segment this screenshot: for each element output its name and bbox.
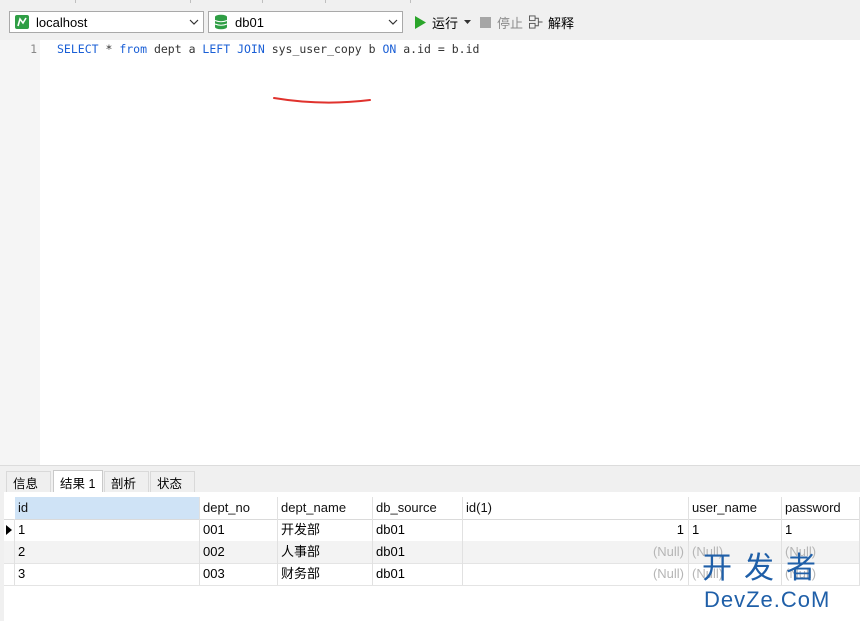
token-star: *: [98, 42, 120, 56]
stop-button[interactable]: 停止: [478, 13, 523, 31]
token-condition: a.id = b.id: [396, 42, 480, 56]
cell-dept-name[interactable]: 财务部: [278, 563, 373, 585]
explain-icon: [529, 15, 543, 29]
cell-user-name[interactable]: (Null): [689, 563, 782, 585]
line-number: 1: [30, 42, 37, 56]
run-button[interactable]: 运行: [413, 13, 472, 31]
stop-button-label: 停止: [497, 15, 524, 31]
cell-dept-no[interactable]: 001: [200, 519, 278, 541]
column-header-dept-no[interactable]: dept_no: [200, 497, 278, 519]
sql-query-line[interactable]: SELECT * from dept a LEFT JOIN sys_user_…: [57, 42, 479, 56]
cell-id[interactable]: 3: [15, 563, 200, 585]
cell-id-1[interactable]: (Null): [463, 563, 689, 585]
database-icon: [213, 14, 229, 30]
play-icon: [413, 15, 427, 29]
keyword-select: SELECT: [57, 42, 99, 56]
tab-info[interactable]: 信息: [6, 471, 51, 492]
cell-dept-no[interactable]: 003: [200, 563, 278, 585]
connection-select-value: localhost: [36, 14, 88, 30]
result-tabs: 信息 结果 1 剖析 状态: [0, 465, 860, 493]
column-header-dept-name[interactable]: dept_name: [278, 497, 373, 519]
column-header-user-name[interactable]: user_name: [689, 497, 782, 519]
sql-editor[interactable]: 1 SELECT * from dept a LEFT JOIN sys_use…: [0, 40, 860, 465]
cell-dept-name[interactable]: 开发部: [278, 519, 373, 541]
cell-password[interactable]: 1: [782, 519, 860, 541]
toolbar-top-separators: [0, 0, 860, 3]
keyword-join: JOIN: [237, 42, 265, 56]
connection-select[interactable]: localhost: [9, 11, 204, 33]
tab-result-1[interactable]: 结果 1: [53, 470, 103, 493]
red-underline-annotation: [273, 97, 371, 104]
run-dropdown-icon[interactable]: [464, 20, 472, 24]
stop-icon: [478, 15, 492, 29]
chevron-down-icon[interactable]: [185, 12, 203, 32]
result-grid[interactable]: id dept_no dept_name db_source id(1) use…: [4, 492, 860, 621]
run-button-label: 运行: [432, 15, 459, 31]
tab-profile[interactable]: 剖析: [104, 471, 149, 492]
column-header-id-1[interactable]: id(1): [463, 497, 689, 519]
cell-db-source[interactable]: db01: [373, 541, 463, 563]
tab-status[interactable]: 状态: [150, 471, 195, 492]
keyword-left: LEFT: [202, 42, 231, 56]
column-header-id[interactable]: id: [15, 497, 200, 519]
toolbar: localhost db01 运行 停止 解释: [0, 0, 860, 44]
cell-user-name[interactable]: 1: [689, 519, 782, 541]
line-number-gutter: 1: [0, 40, 40, 465]
token-table-sys-user-copy: sys_user_copy b: [264, 42, 383, 56]
cell-password[interactable]: (Null): [782, 563, 860, 585]
cell-id[interactable]: 2: [15, 541, 200, 563]
current-row-marker-icon: [4, 519, 15, 541]
table-row[interactable]: 3 003 财务部 db01 (Null) (Null) (Null): [4, 563, 860, 586]
grid-header-row: id dept_no dept_name db_source id(1) use…: [4, 497, 860, 520]
mysql-connection-icon: [14, 14, 30, 30]
cell-db-source[interactable]: db01: [373, 563, 463, 585]
cell-dept-no[interactable]: 002: [200, 541, 278, 563]
chevron-down-icon[interactable]: [384, 12, 402, 32]
table-row[interactable]: 2 002 人事部 db01 (Null) (Null) (Null): [4, 541, 860, 564]
row-marker: [4, 563, 15, 585]
cell-id-1[interactable]: 1: [463, 519, 689, 541]
keyword-on: ON: [382, 42, 397, 56]
cell-dept-name[interactable]: 人事部: [278, 541, 373, 563]
cell-id-1[interactable]: (Null): [463, 541, 689, 563]
explain-button-label: 解释: [548, 15, 575, 31]
cell-user-name[interactable]: (Null): [689, 541, 782, 563]
database-select-value: db01: [235, 14, 264, 30]
keyword-from: from: [119, 42, 148, 56]
database-select[interactable]: db01: [208, 11, 403, 33]
cell-db-source[interactable]: db01: [373, 519, 463, 541]
column-header-password[interactable]: password: [782, 497, 860, 519]
cell-id[interactable]: 1: [15, 519, 200, 541]
token-table-dept: dept a: [147, 42, 203, 56]
table-row[interactable]: 1 001 开发部 db01 1 1 1: [4, 519, 860, 542]
column-header-db-source[interactable]: db_source: [373, 497, 463, 519]
explain-button[interactable]: 解释: [529, 13, 574, 31]
cell-password[interactable]: (Null): [782, 541, 860, 563]
row-marker: [4, 541, 15, 563]
